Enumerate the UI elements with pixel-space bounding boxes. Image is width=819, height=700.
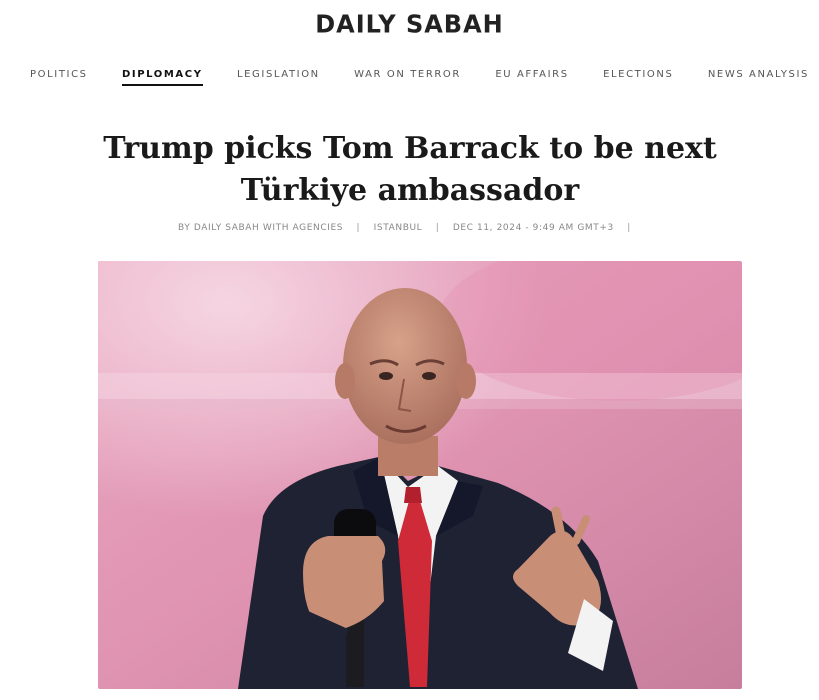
- hero-photo: [98, 261, 742, 689]
- nav-war-on-terror[interactable]: WAR ON TERROR: [354, 68, 461, 86]
- nav-news-analysis[interactable]: NEWS ANALYSIS: [708, 68, 809, 86]
- byline-date: DEC 11, 2024 - 9:49 AM GMT+3: [452, 223, 614, 233]
- byline-separator: |: [356, 223, 361, 233]
- byline-separator: |: [435, 223, 440, 233]
- article-hero-image[interactable]: [98, 261, 742, 689]
- nav-eu-affairs[interactable]: EU AFFAIRS: [495, 68, 568, 86]
- category-nav: POLITICS DIPLOMACY LEGISLATION WAR ON TE…: [0, 68, 819, 88]
- byline-location: ISTANBUL: [373, 223, 423, 233]
- site-logo[interactable]: DAILY SABAH: [0, 9, 819, 38]
- nav-politics[interactable]: POLITICS: [30, 68, 88, 86]
- byline-author[interactable]: BY DAILY SABAH WITH AGENCIES: [178, 223, 343, 233]
- image-caption: [98, 692, 742, 700]
- nav-elections[interactable]: ELECTIONS: [603, 68, 673, 86]
- article-byline: BY DAILY SABAH WITH AGENCIES | ISTANBUL …: [0, 223, 819, 233]
- byline-separator: |: [627, 223, 631, 233]
- nav-diplomacy[interactable]: DIPLOMACY: [122, 68, 203, 86]
- nav-legislation[interactable]: LEGISLATION: [237, 68, 320, 86]
- article-headline: Trump picks Tom Barrack to be next Türki…: [103, 131, 717, 208]
